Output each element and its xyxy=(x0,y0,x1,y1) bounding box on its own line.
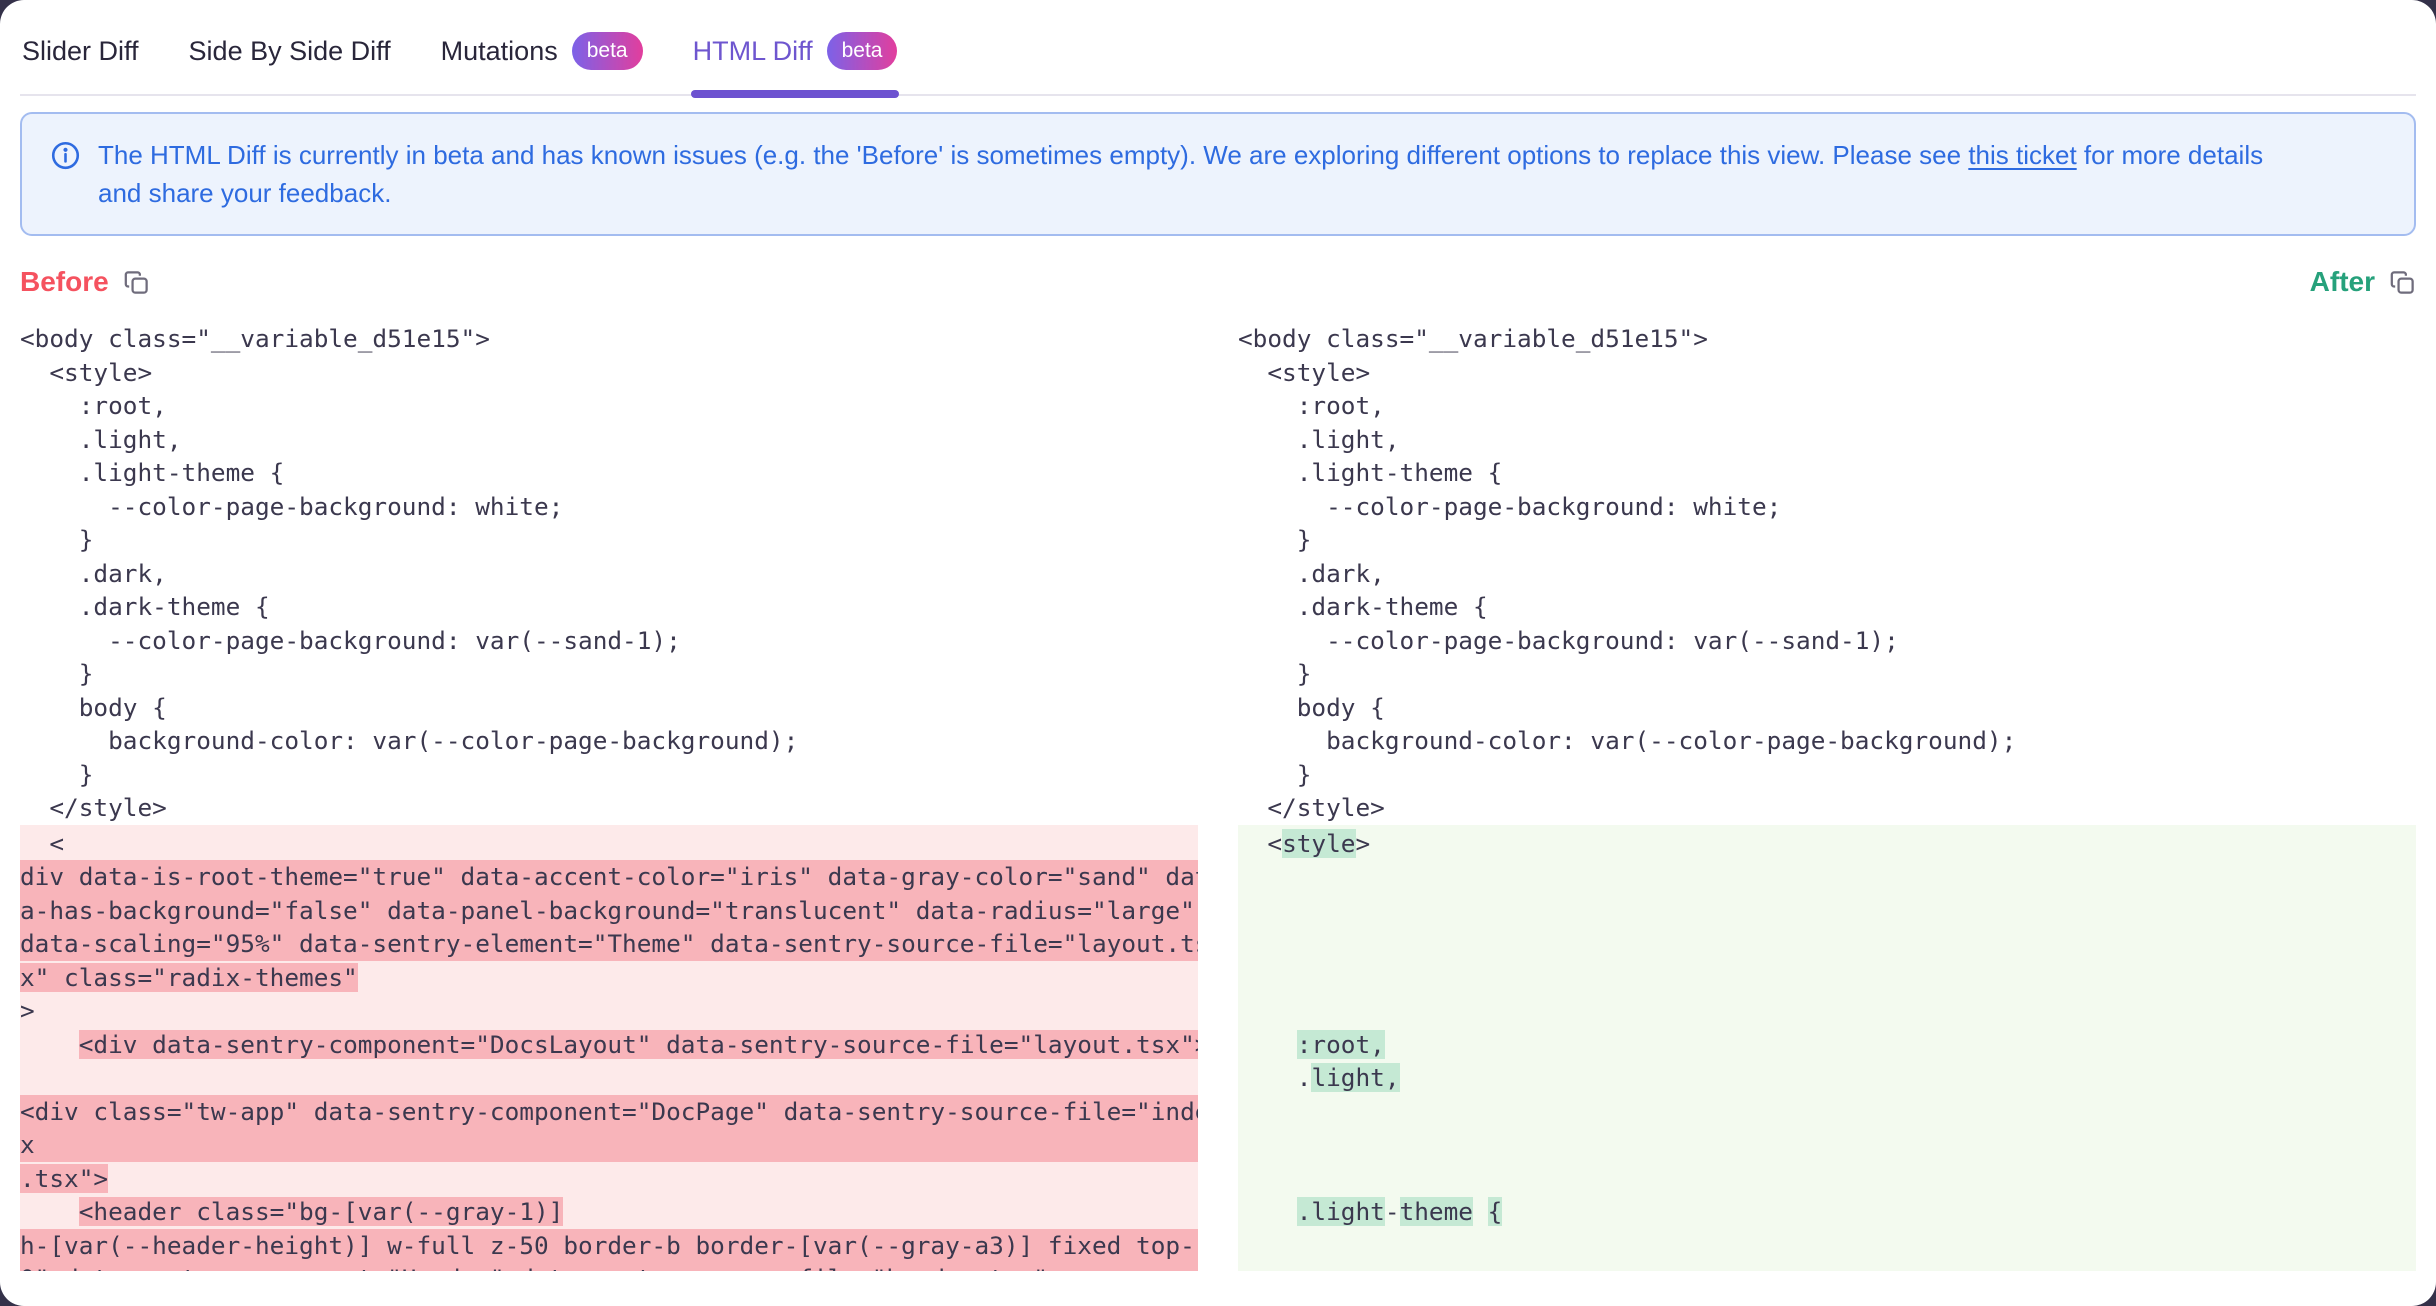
code-line: } xyxy=(20,758,1198,792)
diff-row: h-[var(--header-height)] w-full z-50 bor… xyxy=(20,1229,1198,1263)
code-line: body { xyxy=(1238,691,2416,725)
copy-icon xyxy=(123,269,150,296)
tab-side-by-side-diff[interactable]: Side By Side Diff xyxy=(187,28,393,91)
diff-row: <div data-sentry-component="DocsLayout" … xyxy=(20,1028,1198,1062)
diff-row xyxy=(1238,961,2416,995)
banner-text-start: The HTML Diff is currently in beta and h… xyxy=(98,140,1968,170)
diff-row xyxy=(1238,1229,2416,1263)
diff-row xyxy=(1238,894,2416,928)
before-copy-button[interactable] xyxy=(123,269,150,296)
before-panel: <body class="__variable_d51e15"> <style>… xyxy=(20,322,1198,1271)
diff-row xyxy=(1238,1095,2416,1129)
code-line: --color-page-background: var(--sand-1); xyxy=(20,624,1198,658)
code-line: .light-theme { xyxy=(1238,456,2416,490)
this-ticket-link[interactable]: this ticket xyxy=(1968,140,2076,170)
page-card: Slider Diff Side By Side Diff Mutations bet… xyxy=(0,0,2436,1306)
code-line: } xyxy=(1238,523,2416,557)
after-panel: <body class="__variable_d51e15"> <style>… xyxy=(1238,322,2416,1271)
code-line: .dark, xyxy=(20,557,1198,591)
before-common-code: <body class="__variable_d51e15"> <style>… xyxy=(20,322,1198,825)
diff-row: div data-is-root-theme="true" data-accen… xyxy=(20,860,1198,894)
diff-row: <style> xyxy=(1238,827,2416,861)
after-header: After xyxy=(2310,266,2416,298)
code-line: <body class="__variable_d51e15"> xyxy=(20,322,1198,356)
code-line: .dark-theme { xyxy=(1238,590,2416,624)
diff-row xyxy=(1238,860,2416,894)
diff-row xyxy=(1238,1162,2416,1196)
code-line: background-color: var(--color-page-backg… xyxy=(20,724,1198,758)
diff-row: data-scaling="95%" data-sentry-element="… xyxy=(20,927,1198,961)
tab-label: Side By Side Diff xyxy=(189,36,391,67)
code-line: <body class="__variable_d51e15"> xyxy=(1238,322,2416,356)
code-line: } xyxy=(20,523,1198,557)
code-line: :root, xyxy=(1238,389,2416,423)
beta-badge: beta xyxy=(827,32,898,70)
code-line: } xyxy=(1238,758,2416,792)
diff-row: .tsx"> xyxy=(20,1162,1198,1196)
tab-label: Mutations xyxy=(441,36,558,67)
after-added-block: <style> :root, .light, .light-theme { xyxy=(1238,825,2416,1272)
after-label: After xyxy=(2310,266,2375,298)
diff-row: 0" data-sentry-component="Header" data-s… xyxy=(20,1262,1198,1271)
tab-slider-diff[interactable]: Slider Diff xyxy=(20,28,141,91)
diff-row: a-has-background="false" data-panel-back… xyxy=(20,894,1198,928)
tab-label: HTML Diff xyxy=(693,36,813,67)
before-header: Before xyxy=(20,266,150,298)
diff-row: x" class="radix-themes" xyxy=(20,961,1198,995)
tab-bar: Slider Diff Side By Side Diff Mutations bet… xyxy=(20,24,2416,96)
copy-icon xyxy=(2389,269,2416,296)
code-line: .dark, xyxy=(1238,557,2416,591)
code-line: background-color: var(--color-page-backg… xyxy=(1238,724,2416,758)
code-line: } xyxy=(20,657,1198,691)
tab-html-diff[interactable]: HTML Diff beta xyxy=(691,24,900,94)
diff-row: <div class="tw-app" data-sentry-componen… xyxy=(20,1095,1198,1129)
tab-label: Slider Diff xyxy=(22,36,139,67)
diff-row xyxy=(1238,1128,2416,1162)
after-common-code: <body class="__variable_d51e15"> <style>… xyxy=(1238,322,2416,825)
code-line: <style> xyxy=(1238,356,2416,390)
info-icon xyxy=(50,140,81,212)
diff-row: x xyxy=(20,1128,1198,1162)
after-copy-button[interactable] xyxy=(2389,269,2416,296)
diff-row xyxy=(20,1061,1198,1095)
code-line: :root, xyxy=(20,389,1198,423)
diff-row: < xyxy=(20,827,1198,861)
diff-row xyxy=(1238,927,2416,961)
code-line: } xyxy=(1238,657,2416,691)
diff-row: .light-theme { xyxy=(1238,1195,2416,1229)
banner-text: The HTML Diff is currently in beta and h… xyxy=(98,136,2288,212)
code-line: body { xyxy=(20,691,1198,725)
code-line: .light-theme { xyxy=(20,456,1198,490)
code-line: </style> xyxy=(1238,791,2416,825)
code-line: .light, xyxy=(1238,423,2416,457)
beta-info-banner: The HTML Diff is currently in beta and h… xyxy=(20,112,2416,236)
beta-badge: beta xyxy=(572,32,643,70)
diff-row: .light, xyxy=(1238,1061,2416,1095)
before-removed-block: <div data-is-root-theme="true" data-acce… xyxy=(20,825,1198,1272)
code-line: .dark-theme { xyxy=(20,590,1198,624)
code-area: <body class="__variable_d51e15"> <style>… xyxy=(20,322,2416,1271)
code-line: .light, xyxy=(20,423,1198,457)
diff-header: Before After xyxy=(20,266,2416,298)
code-line: </style> xyxy=(20,791,1198,825)
code-line: <style> xyxy=(20,356,1198,390)
diff-row: :root, xyxy=(1238,1028,2416,1062)
diff-row xyxy=(1238,994,2416,1028)
tab-mutations[interactable]: Mutations beta xyxy=(439,24,645,94)
code-line: --color-page-background: white; xyxy=(1238,490,2416,524)
code-line: --color-page-background: white; xyxy=(20,490,1198,524)
code-line: --color-page-background: var(--sand-1); xyxy=(1238,624,2416,658)
diff-row: > xyxy=(20,994,1198,1028)
diff-row: <header class="bg-[var(--gray-1)] xyxy=(20,1195,1198,1229)
before-label: Before xyxy=(20,266,109,298)
